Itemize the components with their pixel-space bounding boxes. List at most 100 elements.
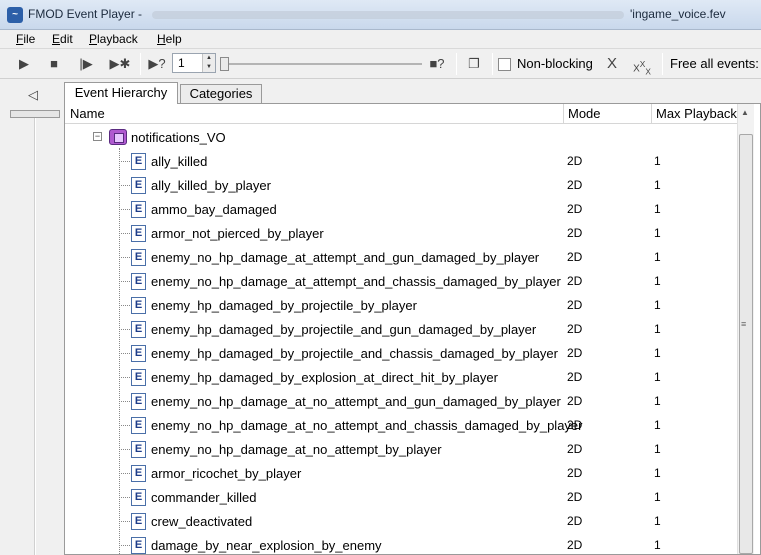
event-icon: E <box>131 417 146 434</box>
play-event-icon[interactable]: ▶✱ <box>108 54 132 74</box>
event-name: enemy_no_hp_damage_at_no_attempt_by_play… <box>151 442 442 457</box>
collapse-icon[interactable]: − <box>93 132 102 141</box>
event-row[interactable]: Edamage_by_near_explosion_by_enemy 2D 1 <box>65 533 737 554</box>
event-name: armor_not_pierced_by_player <box>151 226 324 241</box>
menu-file[interactable]: File <box>16 32 35 46</box>
free-events-icon[interactable]: XXX <box>630 54 654 76</box>
event-row[interactable]: Eenemy_hp_damaged_by_projectile_and_gun_… <box>65 317 737 341</box>
event-row[interactable]: Earmor_not_pierced_by_player 2D 1 <box>65 221 737 245</box>
event-mode: 2D <box>567 202 583 216</box>
event-row[interactable]: Eenemy_hp_damaged_by_projectile_by_playe… <box>65 293 737 317</box>
event-row[interactable]: Eenemy_no_hp_damage_at_no_attempt_by_pla… <box>65 437 737 461</box>
tab-categories[interactable]: Categories <box>180 84 262 103</box>
event-row[interactable]: Eenemy_no_hp_damage_at_no_attempt_and_gu… <box>65 389 737 413</box>
playback-slider[interactable] <box>220 57 422 71</box>
event-icon: E <box>131 465 146 482</box>
event-icon: E <box>131 177 146 194</box>
play-icon[interactable]: ▶ <box>14 54 34 74</box>
redacted-path <box>152 11 624 19</box>
event-row[interactable]: Eammo_bay_damaged 2D 1 <box>65 197 737 221</box>
group-row[interactable]: − notifications_VO <box>65 125 737 149</box>
event-max-playback: 1 <box>654 346 661 360</box>
column-mode[interactable]: Mode <box>568 106 601 121</box>
event-row[interactable]: Eenemy_hp_damaged_by_projectile_and_chas… <box>65 341 737 365</box>
toolbar-separator <box>662 53 663 75</box>
tree-branch-line <box>119 425 130 426</box>
play-count-stepper[interactable]: 1 ▲ ▼ <box>172 53 216 73</box>
vertical-scrollbar[interactable]: ▲ ≡ <box>737 104 754 554</box>
event-name: ally_killed_by_player <box>151 178 271 193</box>
column-divider[interactable] <box>563 104 564 124</box>
event-icon: E <box>131 393 146 410</box>
event-icon: E <box>131 153 146 170</box>
event-row[interactable]: Ecrew_deactivated 2D 1 <box>65 509 737 533</box>
event-max-playback: 1 <box>654 466 661 480</box>
column-name[interactable]: Name <box>70 106 105 121</box>
menu-help[interactable]: Help <box>157 32 182 46</box>
event-icon: E <box>131 369 146 386</box>
column-divider[interactable] <box>651 104 652 124</box>
menu-playback[interactable]: Playback <box>89 32 138 46</box>
copy-windows-icon[interactable]: ❐ <box>462 54 486 74</box>
tab-event-hierarchy[interactable]: Event Hierarchy <box>64 82 178 104</box>
event-mode: 2D <box>567 346 583 360</box>
event-row[interactable]: Eenemy_no_hp_damage_at_no_attempt_and_ch… <box>65 413 737 437</box>
event-mode: 2D <box>567 418 583 432</box>
event-mode: 2D <box>567 274 583 288</box>
slider-thumb[interactable] <box>220 57 229 71</box>
event-max-playback: 1 <box>654 178 661 192</box>
tree-branch-line <box>119 449 130 450</box>
stop-icon[interactable]: ■ <box>44 54 64 74</box>
column-header: Name Mode Max Playback <box>65 104 737 124</box>
event-icon: E <box>131 249 146 266</box>
event-row[interactable]: Eally_killed_by_player 2D 1 <box>65 173 737 197</box>
toolbar-separator <box>492 53 493 75</box>
window-title: FMOD Event Player - <box>28 7 143 21</box>
stop-query-icon[interactable]: ■? <box>426 54 448 74</box>
event-icon: E <box>131 537 146 554</box>
event-name: ally_killed <box>151 154 208 169</box>
event-max-playback: 1 <box>654 394 661 408</box>
column-max-playback[interactable]: Max Playback <box>656 106 737 121</box>
event-max-playback: 1 <box>654 154 661 168</box>
event-mode: 2D <box>567 226 583 240</box>
non-blocking-checkbox[interactable] <box>498 58 511 71</box>
free-event-icon[interactable]: X <box>602 54 622 74</box>
event-name: armor_ricochet_by_player <box>151 466 302 481</box>
event-row[interactable]: Eally_killed 2D 1 <box>65 149 737 173</box>
tree-branch-line <box>119 305 130 306</box>
tree-branch-line <box>119 281 130 282</box>
event-name: damage_by_near_explosion_by_enemy <box>151 538 382 553</box>
menu-edit[interactable]: Edit <box>52 32 73 46</box>
event-icon: E <box>131 225 146 242</box>
scroll-grip-icon: ≡ <box>741 319 747 329</box>
tree-branch-line <box>119 545 130 546</box>
event-name: enemy_no_hp_damage_at_no_attempt_and_gun… <box>151 394 561 409</box>
event-name: ammo_bay_damaged <box>151 202 277 217</box>
event-icon: E <box>131 441 146 458</box>
event-max-playback: 1 <box>654 250 661 264</box>
event-name: commander_killed <box>151 490 257 505</box>
event-row[interactable]: Eenemy_no_hp_damage_at_attempt_and_chass… <box>65 269 737 293</box>
event-row[interactable]: Eenemy_no_hp_damage_at_attempt_and_gun_d… <box>65 245 737 269</box>
scroll-up-icon[interactable]: ▲ <box>741 108 749 117</box>
title-bar: ~ FMOD Event Player - 'ingame_voice.fev <box>0 0 761 30</box>
event-name: enemy_hp_damaged_by_projectile_by_player <box>151 298 417 313</box>
event-name: enemy_hp_damaged_by_projectile_and_gun_d… <box>151 322 537 337</box>
event-max-playback: 1 <box>654 538 661 552</box>
play-count-icon[interactable]: ▶? <box>146 54 168 74</box>
event-name: enemy_hp_damaged_by_explosion_at_direct_… <box>151 370 498 385</box>
event-row[interactable]: Eenemy_hp_damaged_by_explosion_at_direct… <box>65 365 737 389</box>
free-all-events-label[interactable]: Free all events: <box>670 56 759 71</box>
event-name: enemy_no_hp_damage_at_no_attempt_and_cha… <box>151 418 583 433</box>
event-max-playback: 1 <box>654 514 661 528</box>
event-row[interactable]: Earmor_ricochet_by_player 2D 1 <box>65 461 737 485</box>
play-count-value: 1 <box>178 56 185 70</box>
event-name: enemy_no_hp_damage_at_attempt_and_chassi… <box>151 274 561 289</box>
event-row[interactable]: Ecommander_killed 2D 1 <box>65 485 737 509</box>
stepper-arrows-icon[interactable]: ▲ ▼ <box>202 54 215 72</box>
volume-slider[interactable] <box>10 110 60 118</box>
step-icon[interactable]: |▶ <box>76 54 96 74</box>
event-icon: E <box>131 489 146 506</box>
scrollbar-thumb[interactable] <box>739 134 753 554</box>
